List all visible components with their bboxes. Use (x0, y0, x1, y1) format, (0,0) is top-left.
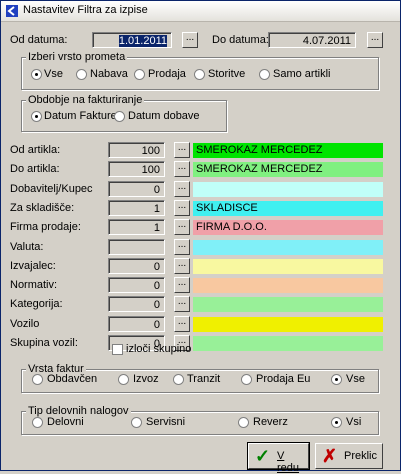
promet-option-label: Storitve (208, 68, 246, 80)
to-date-field[interactable]: 4.07.2011 (268, 32, 356, 48)
row-label: Normativ: (10, 279, 58, 291)
row-lookup-button[interactable]: ... (174, 142, 190, 158)
app-icon (6, 5, 18, 17)
filter-dialog: Nastavitev Filtra za izpise Od datuma: 1… (0, 0, 401, 474)
promet-radio-vse[interactable] (31, 69, 42, 80)
row-description (193, 278, 383, 293)
promet-group-title: Izberi vrsto prometa (26, 51, 128, 63)
obdobje-group-title: Obdobje na fakturiranje (26, 94, 145, 106)
faktur-radio-vse[interactable] (331, 374, 342, 385)
row-label: Skupina vozil: (10, 337, 78, 349)
obdobje-option-label: Datum Fakture (44, 110, 117, 122)
promet-radio-prodaja[interactable] (134, 69, 145, 80)
promet-radio-nabava[interactable] (76, 69, 87, 80)
row-lookup-button[interactable]: ... (174, 239, 190, 255)
promet-option-label: Vse (44, 68, 63, 80)
row-code-field[interactable]: 100 (108, 142, 165, 158)
row-lookup-button[interactable]: ... (174, 316, 190, 332)
from-date-button[interactable]: ... (182, 32, 198, 48)
row-lookup-button[interactable]: ... (174, 219, 190, 235)
promet-option-label: Prodaja (148, 68, 186, 80)
faktur-option-label: Obdavčen (47, 373, 98, 385)
row-lookup-button[interactable]: ... (174, 181, 190, 197)
check-icon: ✓ (255, 446, 271, 466)
to-date-button[interactable]: ... (367, 32, 383, 48)
nalogi-radio-reverz[interactable] (238, 417, 249, 428)
row-label: Firma prodaje: (10, 221, 81, 233)
cancel-button[interactable]: ✗ Preklic (315, 443, 383, 469)
row-code-field[interactable]: 0 (108, 296, 165, 312)
row-lookup-button[interactable]: ... (174, 200, 190, 216)
to-date-label: Do datuma: (212, 34, 269, 46)
row-description (193, 182, 383, 197)
izloci-skupino-label: izloči skupino (126, 343, 192, 355)
row-description: SMEROKAZ MERCEDEZ (193, 143, 383, 158)
cancel-button-label: Preklic (344, 450, 378, 462)
nalogi-option-label: Servisni (146, 416, 186, 428)
row-code-field[interactable] (108, 239, 165, 255)
obdobje-radio-datum-dobave[interactable] (114, 111, 125, 122)
faktur-option-label: Izvoz (133, 373, 159, 385)
row-description (193, 240, 383, 255)
faktur-radio-prodaja-eu[interactable] (241, 374, 252, 385)
faktur-radio-tranzit[interactable] (173, 374, 184, 385)
row-label: Dobavitelj/Kupec (10, 183, 93, 195)
from-date-label: Od datuma: (10, 34, 68, 46)
faktur-option-label: Vse (346, 373, 365, 385)
window-title: Nastavitev Filtra za izpise (23, 4, 148, 16)
nalogi-radio-vsi[interactable] (331, 417, 342, 428)
cross-icon: ✗ (322, 446, 338, 466)
row-code-field[interactable]: 1 (108, 200, 165, 216)
faktur-option-label: Prodaja Eu (256, 373, 311, 385)
row-label: Vozilo (10, 318, 40, 330)
row-lookup-button[interactable]: ... (174, 277, 190, 293)
obdobje-option-label: Datum dobave (128, 110, 200, 122)
promet-radio-samo-artikli[interactable] (259, 69, 270, 80)
row-code-field[interactable]: 0 (108, 181, 165, 197)
row-description: FIRMA D.O.O. (193, 220, 383, 235)
row-lookup-button[interactable]: ... (174, 258, 190, 274)
row-label: Kategorija: (10, 298, 63, 310)
ok-button-label: V redu (277, 450, 300, 474)
row-label: Od artikla: (10, 144, 61, 156)
ok-button[interactable]: ✓ V redu (247, 442, 310, 474)
row-label: Za skladišče: (10, 202, 75, 214)
row-code-field[interactable]: 1 (108, 219, 165, 235)
row-description: SMEROKAZ MERCEDEZ (193, 162, 383, 177)
row-label: Do artikla: (10, 163, 60, 175)
row-description (193, 297, 383, 312)
from-date-field[interactable]: 1.01.2011 (92, 32, 172, 48)
row-lookup-button[interactable]: ... (174, 296, 190, 312)
row-code-field[interactable]: 0 (108, 277, 165, 293)
row-code-field[interactable]: 0 (108, 258, 165, 274)
row-description (193, 259, 383, 274)
row-lookup-button[interactable]: ... (174, 161, 190, 177)
promet-option-label: Samo artikli (273, 68, 331, 80)
faktur-radio-obdavcen[interactable] (32, 374, 43, 385)
faktur-option-label: Tranzit (187, 373, 221, 385)
promet-option-label: Nabava (90, 68, 128, 80)
title-bar: Nastavitev Filtra za izpise (1, 1, 400, 22)
row-label: Izvajalec: (10, 260, 56, 272)
nalogi-option-label: Delovni (47, 416, 84, 428)
row-description: SKLADISCE (193, 201, 383, 216)
izloci-skupino-checkbox[interactable] (112, 344, 123, 355)
row-description (193, 317, 383, 332)
obdobje-radio-datum-fakture[interactable] (31, 111, 42, 122)
row-code-field[interactable]: 100 (108, 161, 165, 177)
faktur-radio-izvoz[interactable] (118, 374, 129, 385)
nalogi-radio-servisni[interactable] (131, 417, 142, 428)
row-label: Valuta: (10, 241, 44, 253)
row-description (193, 336, 383, 351)
nalogi-radio-delovni[interactable] (32, 417, 43, 428)
nalogi-option-label: Vsi (346, 416, 362, 428)
promet-radio-storitve[interactable] (194, 69, 205, 80)
row-code-field[interactable]: 0 (108, 316, 165, 332)
nalogi-option-label: Reverz (253, 416, 288, 428)
